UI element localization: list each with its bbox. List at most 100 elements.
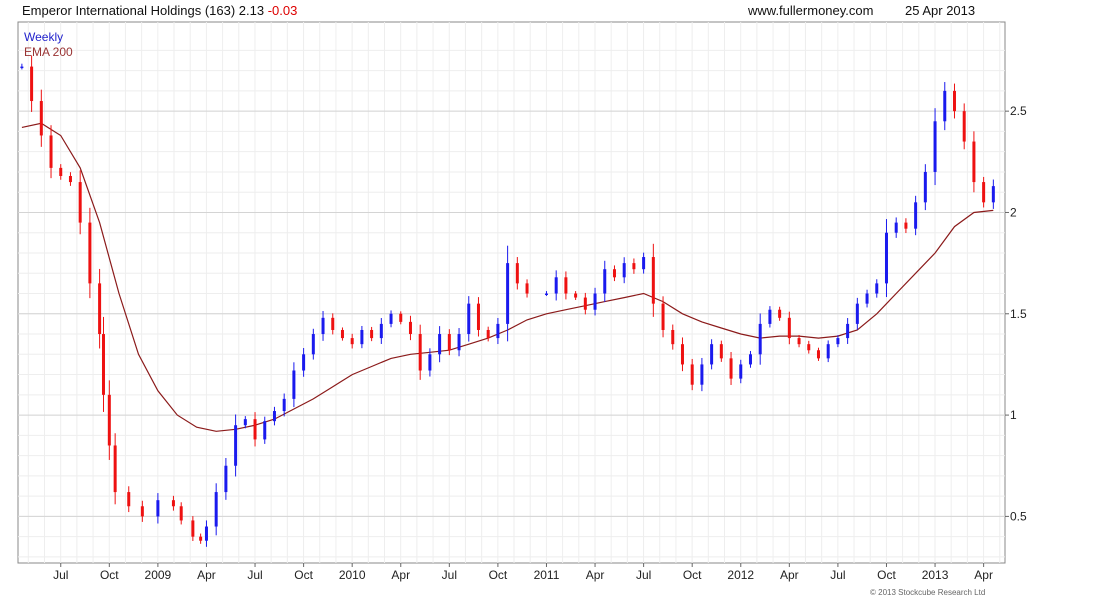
price-bar xyxy=(292,370,296,399)
price-bar xyxy=(972,141,976,183)
price-bar xyxy=(140,506,144,517)
price-bar xyxy=(476,303,480,330)
price-bar xyxy=(807,344,811,351)
price-bar xyxy=(113,445,117,493)
x-tick-label: Oct xyxy=(683,568,702,582)
price-bar xyxy=(748,354,752,365)
price-bar xyxy=(282,398,286,412)
price-bar xyxy=(982,182,986,203)
price-bar xyxy=(191,520,195,537)
y-tick-label: 2 xyxy=(1010,205,1017,219)
price-bar xyxy=(661,303,665,330)
price-bar xyxy=(428,354,432,371)
price-bar xyxy=(525,283,529,294)
price-bar xyxy=(457,334,461,351)
y-tick-label: 0.5 xyxy=(1010,509,1027,523)
price-bar xyxy=(952,90,956,112)
price-bar xyxy=(224,465,228,493)
price-bar xyxy=(486,329,490,339)
price-bar xyxy=(321,317,325,335)
legend-ema: EMA 200 xyxy=(24,45,73,59)
price-bar xyxy=(179,506,183,521)
x-tick-label: Jul xyxy=(442,568,457,582)
price-bar xyxy=(719,344,723,359)
price-bar xyxy=(199,536,203,541)
price-bar xyxy=(603,269,607,294)
price-bar xyxy=(418,334,422,371)
price-bar xyxy=(855,303,859,324)
price-bar xyxy=(564,277,568,294)
price-bar xyxy=(710,344,714,365)
price-bar xyxy=(768,309,772,324)
x-tick-label: Jul xyxy=(636,568,651,582)
x-tick-label: Apr xyxy=(391,568,410,582)
price-bar xyxy=(68,175,72,183)
price-bar xyxy=(39,101,43,136)
price-bar xyxy=(690,364,694,385)
price-bar xyxy=(59,167,63,176)
price-bar xyxy=(739,364,743,379)
y-axis: 0.5 1 1.5 2 2.5 xyxy=(1005,104,1027,523)
price-bar xyxy=(204,526,208,541)
price-bar xyxy=(826,344,830,359)
price-bar xyxy=(642,257,646,270)
price-bar xyxy=(370,329,374,339)
price-bar xyxy=(20,66,24,69)
price-bar xyxy=(389,313,393,324)
price-bar xyxy=(253,419,257,440)
x-tick-label: 2012 xyxy=(727,568,754,582)
price-bar xyxy=(914,202,918,229)
price-bar xyxy=(496,323,500,339)
x-tick-label: Jul xyxy=(53,568,68,582)
price-bar xyxy=(846,323,850,339)
price-bar xyxy=(758,323,762,355)
legend-weekly: Weekly xyxy=(24,30,64,44)
price-bar xyxy=(30,66,34,102)
price-bar xyxy=(671,329,675,345)
price-bar xyxy=(574,293,578,298)
price-bar xyxy=(612,269,616,278)
price-bar xyxy=(272,411,276,422)
price-bar xyxy=(583,297,587,310)
price-bar xyxy=(943,90,947,122)
price-bar xyxy=(78,182,82,223)
price-bar xyxy=(506,263,510,324)
x-tick-label: 2010 xyxy=(339,568,366,582)
plot-frame xyxy=(17,21,1006,564)
x-tick-label: 2011 xyxy=(534,568,560,582)
x-tick-label: Apr xyxy=(197,568,216,582)
price-bar xyxy=(214,492,218,527)
price-bar xyxy=(88,222,92,284)
copyright-credit: © 2013 Stockcube Research Ltd xyxy=(870,588,986,597)
price-bar xyxy=(778,309,782,318)
price-bar xyxy=(923,171,927,203)
x-tick-label: Jul xyxy=(830,568,845,582)
y-tick-label: 1 xyxy=(1010,408,1017,422)
x-tick-label: Apr xyxy=(974,568,993,582)
price-bar xyxy=(797,338,801,345)
price-bar xyxy=(593,293,597,310)
price-bar xyxy=(622,263,626,278)
price-bar xyxy=(331,317,335,330)
price-bar xyxy=(234,425,238,466)
price-bar xyxy=(884,232,888,284)
x-tick-label: 2009 xyxy=(145,568,172,582)
price-bar xyxy=(894,222,898,233)
x-tick-label: 2013 xyxy=(922,568,949,582)
price-bar xyxy=(700,364,704,385)
price-bar xyxy=(467,303,471,335)
price-bar xyxy=(438,334,442,355)
price-bar xyxy=(632,263,636,270)
price-bar xyxy=(156,500,160,517)
x-tick-label: Jul xyxy=(247,568,262,582)
price-bar xyxy=(311,334,315,355)
x-tick-label: Apr xyxy=(586,568,605,582)
x-tick-label: Oct xyxy=(294,568,313,582)
x-tick-label: Oct xyxy=(877,568,896,582)
price-bar xyxy=(729,358,733,379)
price-bar xyxy=(865,293,869,304)
price-bar xyxy=(816,350,820,359)
price-bar xyxy=(680,344,684,365)
price-bar xyxy=(263,421,267,440)
price-bar xyxy=(379,323,383,339)
